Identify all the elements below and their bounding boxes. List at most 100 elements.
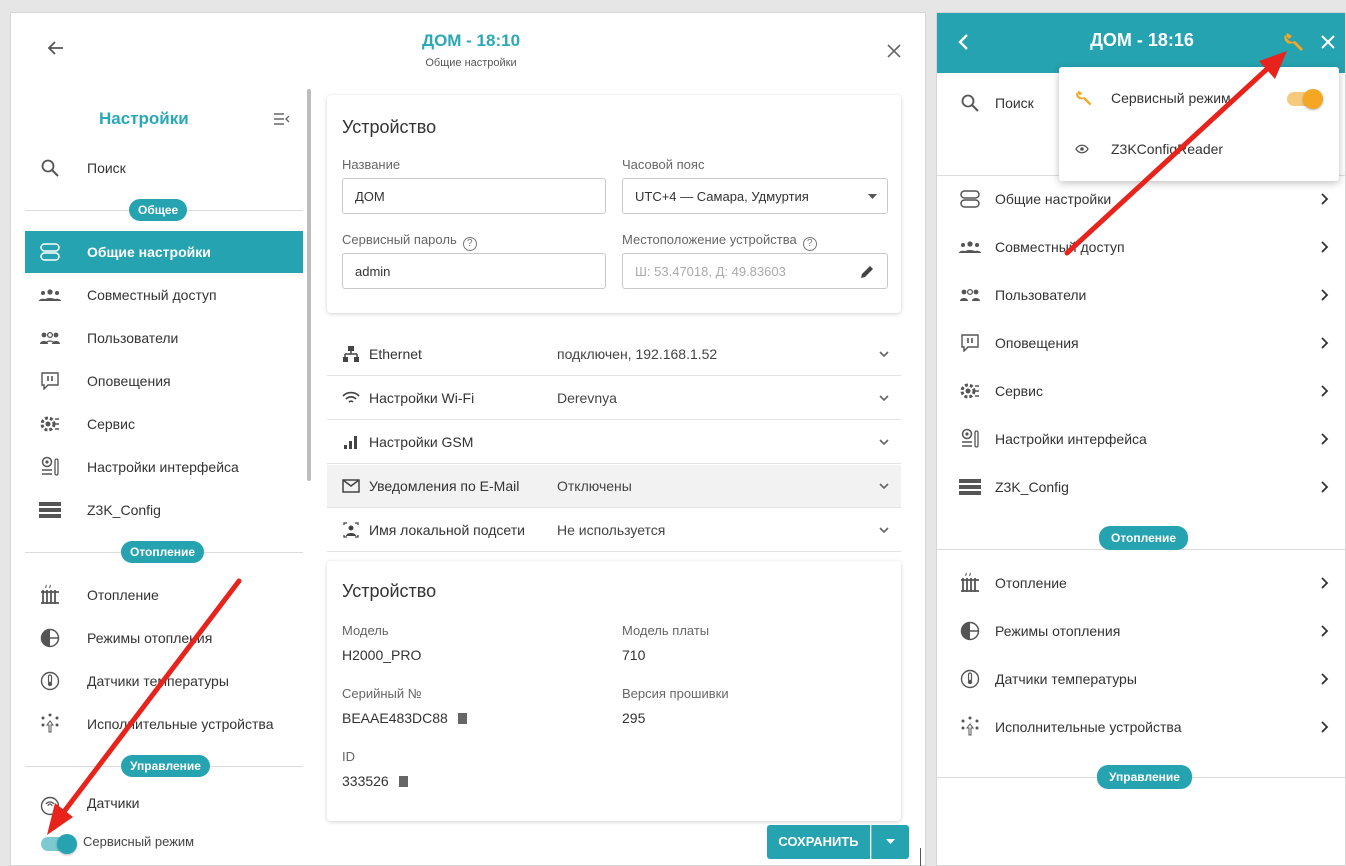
sidebar-search[interactable]: Поиск: [25, 148, 303, 188]
menu-item-config-reader[interactable]: Z3KConfigReader: [1059, 127, 1339, 171]
item-actuators[interactable]: Исполнительные устройства: [937, 703, 1345, 751]
accordion-title: Уведомления по E-Mail: [369, 478, 520, 494]
item-label: Сервис: [995, 383, 1043, 399]
search-icon: [39, 157, 61, 179]
close-icon[interactable]: [1321, 35, 1335, 49]
section-pill: Общее: [129, 199, 188, 221]
wifi-icon: [341, 388, 361, 408]
menu-item-label: Z3KConfigReader: [1111, 141, 1224, 157]
sidebar-item-heating[interactable]: Отопление: [25, 575, 303, 615]
accordion-title: Настройки Wi-Fi: [369, 390, 475, 406]
item-heating[interactable]: Отопление: [937, 559, 1345, 607]
id-label: ID: [342, 749, 355, 764]
gears-icon: [959, 380, 981, 402]
item-label: Отопление: [995, 575, 1067, 591]
accordion-subnet[interactable]: Имя локальной подсети Не используется: [327, 509, 901, 552]
item-heating-modes[interactable]: Режимы отопления: [937, 607, 1345, 655]
accordion-value: Отключены: [557, 478, 632, 494]
location-field[interactable]: Ш: 53.47018, Д: 49.83603: [622, 253, 888, 289]
sidebar-item-actuators[interactable]: Исполнительные устройства: [25, 704, 303, 744]
accordion-title: Настройки GSM: [369, 434, 474, 450]
config-icon: [959, 476, 981, 498]
sidebar-item-interface[interactable]: Настройки интерфейса: [25, 447, 303, 487]
device-info-card: Устройство Модель H2000_PRO Модель платы…: [327, 561, 901, 821]
collapse-sidebar-icon[interactable]: [273, 111, 291, 127]
serial-row: BEAAE483DC88: [342, 710, 467, 726]
sidebar-item-label: Общие настройки: [87, 244, 211, 260]
item-label: Оповещения: [995, 335, 1079, 351]
sidebar-item-heating-modes[interactable]: Режимы отопления: [25, 618, 303, 658]
eye-icon: [1075, 144, 1089, 154]
item-alerts[interactable]: Оповещения: [937, 319, 1345, 367]
sidebar-item-general-settings[interactable]: Общие настройки: [25, 231, 303, 273]
search-icon: [959, 92, 981, 114]
wrench-icon[interactable]: [1283, 31, 1305, 53]
accordion-value: Не используется: [557, 522, 666, 538]
help-icon[interactable]: ?: [462, 237, 477, 251]
accordion-email[interactable]: Уведомления по E-Mail Отключены: [327, 465, 901, 508]
password-field[interactable]: admin: [342, 253, 606, 289]
id-row: 333526: [342, 773, 408, 789]
service-mode-toggle[interactable]: [1287, 89, 1323, 109]
chevron-right-icon: [1321, 385, 1329, 397]
wrench-icon: [1076, 90, 1092, 106]
section-pill: Управление: [121, 755, 210, 777]
model-label: Модель: [342, 623, 389, 638]
sidebar-item-z3k-config[interactable]: Z3K_Config: [25, 490, 303, 530]
help-icon[interactable]: ?: [802, 237, 817, 251]
item-z3k-config[interactable]: Z3K_Config: [937, 463, 1345, 511]
accordion-title: Ethernet: [369, 346, 422, 362]
back-chevron-icon[interactable]: [957, 33, 969, 51]
item-users[interactable]: Пользователи: [937, 271, 1345, 319]
edit-pencil-icon[interactable]: [860, 264, 875, 279]
chevron-right-icon: [1321, 241, 1329, 253]
service-mode-toggle[interactable]: [41, 834, 77, 854]
left-settings-window: ДОМ - 18:10 Общие настройки Настройки По…: [10, 12, 926, 866]
accordion-value: Derevnya: [557, 390, 617, 406]
copy-icon[interactable]: [457, 713, 467, 724]
section-heating: Отопление: [25, 541, 303, 563]
item-general-settings[interactable]: Общие настройки: [937, 175, 1345, 223]
item-label: Совместный доступ: [995, 239, 1125, 255]
menu-item-service-mode[interactable]: Сервисный режим: [1059, 77, 1339, 121]
ethernet-icon: [341, 344, 361, 364]
chevron-down-icon: [879, 439, 889, 446]
accordion-ethernet[interactable]: Ethernet подключен, 192.168.1.52: [327, 333, 901, 376]
sidebar-item-temperature-sensors[interactable]: Датчики температуры: [25, 661, 303, 701]
close-icon[interactable]: [885, 42, 903, 60]
back-arrow-icon[interactable]: [45, 37, 67, 59]
firmware-label: Версия прошивки: [622, 686, 729, 701]
sidebar-scrollbar[interactable]: [307, 89, 311, 481]
section-general: Общее: [25, 199, 303, 221]
sidebar-search-label: Поиск: [87, 160, 126, 176]
chevron-down-icon: [879, 527, 889, 534]
copy-icon[interactable]: [398, 776, 408, 787]
item-interface[interactable]: Настройки интерфейса: [937, 415, 1345, 463]
item-shared-access[interactable]: Совместный доступ: [937, 223, 1345, 271]
accordion-wifi[interactable]: Настройки Wi-Fi Derevnya: [327, 377, 901, 420]
save-options-button[interactable]: [871, 825, 909, 859]
location-placeholder: Ш: 53.47018, Д: 49.83603: [635, 263, 786, 279]
users-icon: [959, 284, 981, 306]
name-field[interactable]: ДОМ: [342, 178, 606, 214]
sidebar-item-shared-access[interactable]: Совместный доступ: [25, 275, 303, 315]
item-service[interactable]: Сервис: [937, 367, 1345, 415]
item-temperature-sensors[interactable]: Датчики температуры: [937, 655, 1345, 703]
id-value: 333526: [342, 773, 389, 789]
sidebar-item-sensors[interactable]: Датчики: [25, 791, 303, 817]
item-label: Общие настройки: [995, 191, 1112, 207]
item-label: Z3K_Config: [995, 479, 1069, 495]
sidebar-item-users[interactable]: Пользователи: [25, 318, 303, 358]
sidebar-item-label: Сервис: [87, 416, 135, 432]
firmware-value: 295: [622, 710, 646, 726]
window-subtitle: Общие настройки: [425, 57, 517, 69]
sidebar-item-label: Режимы отопления: [87, 630, 213, 646]
accordion-gsm[interactable]: Настройки GSM: [327, 421, 901, 464]
timezone-select[interactable]: UTC+4 — Самара, Удмуртия: [622, 178, 888, 214]
sidebar-item-service[interactable]: Сервис: [25, 404, 303, 444]
save-button[interactable]: СОХРАНИТЬ: [767, 825, 870, 859]
caret-down-icon: [886, 839, 895, 844]
sidebar-item-alerts[interactable]: Оповещения: [25, 361, 303, 401]
interface-icon: [959, 428, 981, 450]
chevron-right-icon: [1321, 193, 1329, 205]
